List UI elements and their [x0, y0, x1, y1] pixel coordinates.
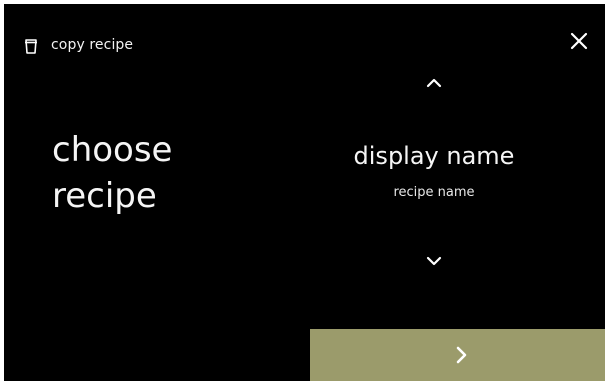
chevron-up-icon: [426, 78, 442, 88]
scroll-up-button[interactable]: [418, 68, 450, 98]
close-button[interactable]: [564, 26, 594, 56]
scroll-down-button[interactable]: [418, 246, 450, 276]
recipe-picker: display name recipe name: [314, 62, 554, 282]
selected-display-name[interactable]: display name: [314, 140, 554, 172]
close-icon: [570, 32, 588, 50]
selected-recipe-name: recipe name: [393, 185, 475, 200]
screen: copy recipe choose recipe display name r…: [4, 4, 605, 381]
page-title: copy recipe: [51, 37, 134, 53]
next-button[interactable]: [310, 329, 605, 381]
choose-recipe-label: choose recipe: [52, 130, 173, 216]
cup-icon: [25, 39, 37, 54]
chevron-down-icon: [426, 256, 442, 266]
chevron-right-icon: [456, 346, 467, 364]
